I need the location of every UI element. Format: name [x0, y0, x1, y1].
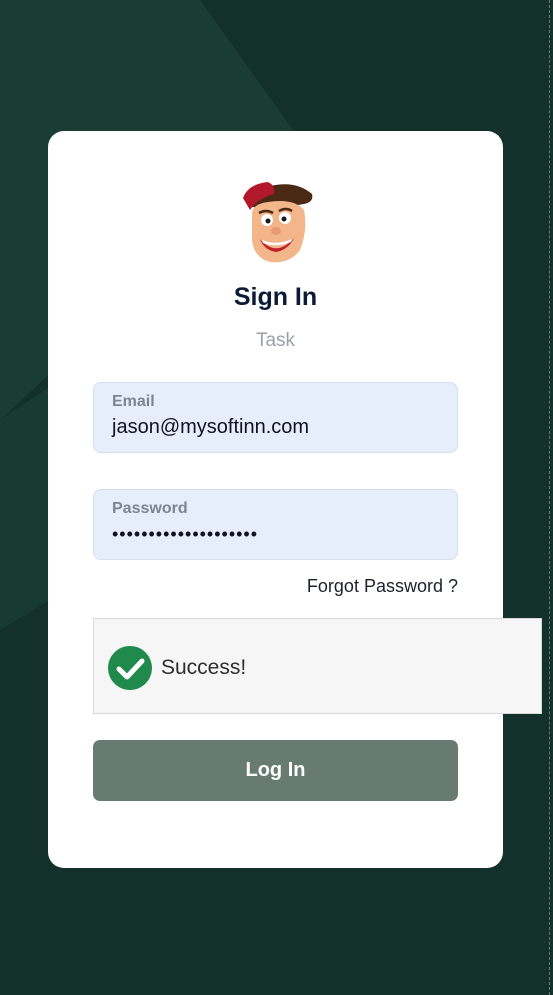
password-label: Password: [112, 500, 188, 517]
email-field[interactable]: Email jason@mysoftinn.com: [93, 382, 458, 453]
captcha-status-text: Success!: [161, 656, 247, 679]
check-circle-icon: [108, 646, 152, 690]
page-edge-divider: [549, 0, 550, 995]
page-title: Sign In: [233, 283, 318, 311]
mascot-avatar-icon: [243, 182, 313, 263]
password-field[interactable]: Password ••••••••••••••••••••: [93, 489, 458, 560]
email-input-value[interactable]: jason@mysoftinn.com: [112, 416, 309, 439]
email-label: Email: [112, 393, 155, 410]
page-subtitle: Task: [255, 330, 296, 351]
captcha-widget[interactable]: Success!: [93, 618, 542, 714]
password-input-value[interactable]: ••••••••••••••••••••: [112, 524, 258, 545]
login-button[interactable]: Log In: [93, 740, 458, 801]
forgot-password-link[interactable]: Forgot Password ?: [307, 576, 458, 597]
